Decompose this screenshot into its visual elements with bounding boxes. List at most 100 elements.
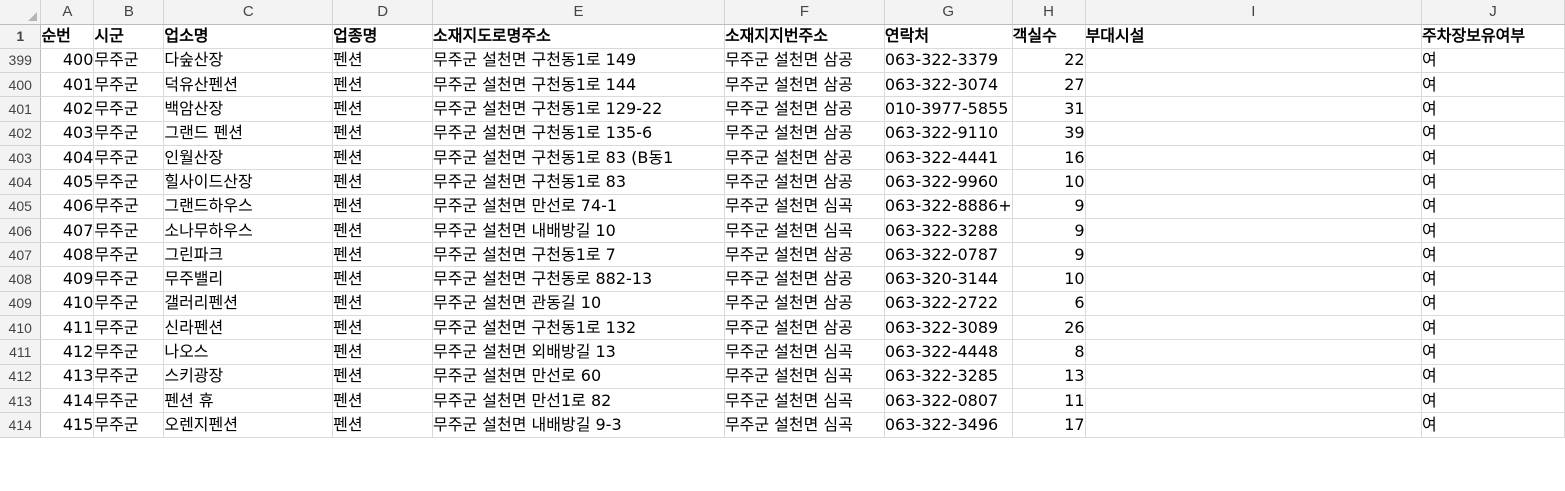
cell-county[interactable]: 무주군: [93, 218, 165, 244]
cell-phone[interactable]: 063-322-3379: [884, 48, 1013, 74]
row-number[interactable]: 408: [0, 266, 42, 292]
cell-facilities[interactable]: [1085, 315, 1423, 341]
cell-facilities[interactable]: [1085, 291, 1423, 317]
cell-phone[interactable]: 063-320-3144: [884, 266, 1013, 292]
cell-header-road-address[interactable]: 소재지도로명주소: [432, 24, 725, 49]
row-number[interactable]: 410: [0, 315, 42, 341]
cell-seq[interactable]: 400: [40, 48, 95, 74]
cell-seq[interactable]: 415: [40, 412, 95, 438]
cell-seq[interactable]: 414: [40, 388, 95, 414]
row-number[interactable]: 404: [0, 169, 42, 195]
cell-phone[interactable]: 063-322-3285: [884, 364, 1013, 389]
column-header-f[interactable]: F: [724, 0, 885, 25]
row-number[interactable]: 1: [0, 24, 42, 49]
cell-header-business-type[interactable]: 업종명: [332, 24, 434, 49]
cell-seq[interactable]: 406: [40, 194, 95, 219]
cell-seq[interactable]: 410: [40, 291, 95, 317]
cell-phone[interactable]: 063-322-9960: [884, 169, 1013, 195]
cell-phone[interactable]: 063-322-3496: [884, 412, 1013, 438]
cell-facilities[interactable]: [1085, 169, 1423, 195]
cell-county[interactable]: 무주군: [93, 266, 165, 292]
cell-seq[interactable]: 411: [40, 315, 95, 341]
cell-parking[interactable]: 여: [1421, 412, 1565, 438]
cell-road-address[interactable]: 무주군 설천면 구천동1로 149: [432, 48, 725, 74]
cell-road-address[interactable]: 무주군 설천면 내배방길 10: [432, 218, 725, 244]
cell-seq[interactable]: 408: [40, 242, 95, 268]
cell-county[interactable]: 무주군: [93, 72, 165, 98]
cell-business-name[interactable]: 덕유산펜션: [163, 72, 334, 98]
cell-business-type[interactable]: 펜션: [332, 242, 434, 268]
cell-parking[interactable]: 여: [1421, 48, 1565, 74]
cell-business-name[interactable]: 펜션 휴: [163, 388, 334, 414]
column-header-b[interactable]: B: [93, 0, 165, 25]
cell-seq[interactable]: 404: [40, 145, 95, 171]
cell-phone[interactable]: 063-322-4448: [884, 339, 1013, 365]
cell-phone[interactable]: 063-322-8886+: [884, 194, 1013, 219]
cell-county[interactable]: 무주군: [93, 315, 165, 341]
cell-business-name[interactable]: 오렌지펜션: [163, 412, 334, 438]
cell-county[interactable]: 무주군: [93, 388, 165, 414]
cell-parking[interactable]: 여: [1421, 291, 1565, 317]
cell-seq[interactable]: 407: [40, 218, 95, 244]
cell-road-address[interactable]: 무주군 설천면 외배방길 13: [432, 339, 725, 365]
column-header-g[interactable]: G: [884, 0, 1013, 25]
cell-lot-address[interactable]: 무주군 설천면 삼공: [724, 291, 885, 317]
cell-county[interactable]: 무주군: [93, 169, 165, 195]
cell-rooms[interactable]: 11: [1012, 388, 1086, 414]
cell-business-name[interactable]: 힐사이드산장: [163, 169, 334, 195]
cell-business-name[interactable]: 무주밸리: [163, 266, 334, 292]
cell-phone[interactable]: 010-3977-5855: [884, 96, 1013, 122]
cell-header-phone[interactable]: 연락처: [884, 24, 1013, 49]
cell-header-business-name[interactable]: 업소명: [163, 24, 334, 49]
cell-seq[interactable]: 413: [40, 364, 95, 389]
cell-road-address[interactable]: 무주군 설천면 구천동로 882-13: [432, 266, 725, 292]
cell-county[interactable]: 무주군: [93, 339, 165, 365]
column-header-d[interactable]: D: [332, 0, 434, 25]
cell-road-address[interactable]: 무주군 설천면 구천동1로 83 (B동1: [432, 145, 725, 171]
cell-business-type[interactable]: 펜션: [332, 388, 434, 414]
cell-county[interactable]: 무주군: [93, 96, 165, 122]
cell-road-address[interactable]: 무주군 설천면 관동길 10: [432, 291, 725, 317]
cell-business-type[interactable]: 펜션: [332, 218, 434, 244]
cell-parking[interactable]: 여: [1421, 194, 1565, 219]
cell-phone[interactable]: 063-322-3074: [884, 72, 1013, 98]
cell-county[interactable]: 무주군: [93, 48, 165, 74]
cell-phone[interactable]: 063-322-3288: [884, 218, 1013, 244]
cell-county[interactable]: 무주군: [93, 145, 165, 171]
row-number[interactable]: 405: [0, 194, 42, 219]
cell-business-name[interactable]: 그랜드하우스: [163, 194, 334, 219]
cell-road-address[interactable]: 무주군 설천면 구천동1로 132: [432, 315, 725, 341]
cell-lot-address[interactable]: 무주군 설천면 심곡: [724, 412, 885, 438]
cell-business-name[interactable]: 나오스: [163, 339, 334, 365]
column-header-a[interactable]: A: [40, 0, 95, 25]
cell-parking[interactable]: 여: [1421, 72, 1565, 98]
cell-business-type[interactable]: 펜션: [332, 364, 434, 389]
cell-rooms[interactable]: 16: [1012, 145, 1086, 171]
cell-lot-address[interactable]: 무주군 설천면 심곡: [724, 364, 885, 389]
cell-road-address[interactable]: 무주군 설천면 구천동1로 7: [432, 242, 725, 268]
cell-facilities[interactable]: [1085, 388, 1423, 414]
cell-header-facilities[interactable]: 부대시설: [1085, 24, 1423, 49]
cell-phone[interactable]: 063-322-4441: [884, 145, 1013, 171]
cell-business-type[interactable]: 펜션: [332, 194, 434, 219]
cell-lot-address[interactable]: 무주군 설천면 삼공: [724, 48, 885, 74]
cell-parking[interactable]: 여: [1421, 266, 1565, 292]
cell-business-type[interactable]: 펜션: [332, 145, 434, 171]
cell-rooms[interactable]: 8: [1012, 339, 1086, 365]
cell-rooms[interactable]: 17: [1012, 412, 1086, 438]
column-header-e[interactable]: E: [432, 0, 725, 25]
cell-business-type[interactable]: 펜션: [332, 96, 434, 122]
cell-facilities[interactable]: [1085, 145, 1423, 171]
row-number[interactable]: 400: [0, 72, 42, 98]
cell-lot-address[interactable]: 무주군 설천면 삼공: [724, 72, 885, 98]
cell-county[interactable]: 무주군: [93, 291, 165, 317]
cell-parking[interactable]: 여: [1421, 169, 1565, 195]
cell-lot-address[interactable]: 무주군 설천면 심곡: [724, 339, 885, 365]
cell-header-rooms[interactable]: 객실수: [1012, 24, 1086, 49]
cell-facilities[interactable]: [1085, 96, 1423, 122]
cell-business-type[interactable]: 펜션: [332, 315, 434, 341]
cell-facilities[interactable]: [1085, 364, 1423, 389]
cell-business-name[interactable]: 다숲산장: [163, 48, 334, 74]
row-number[interactable]: 399: [0, 48, 42, 74]
cell-rooms[interactable]: 6: [1012, 291, 1086, 317]
